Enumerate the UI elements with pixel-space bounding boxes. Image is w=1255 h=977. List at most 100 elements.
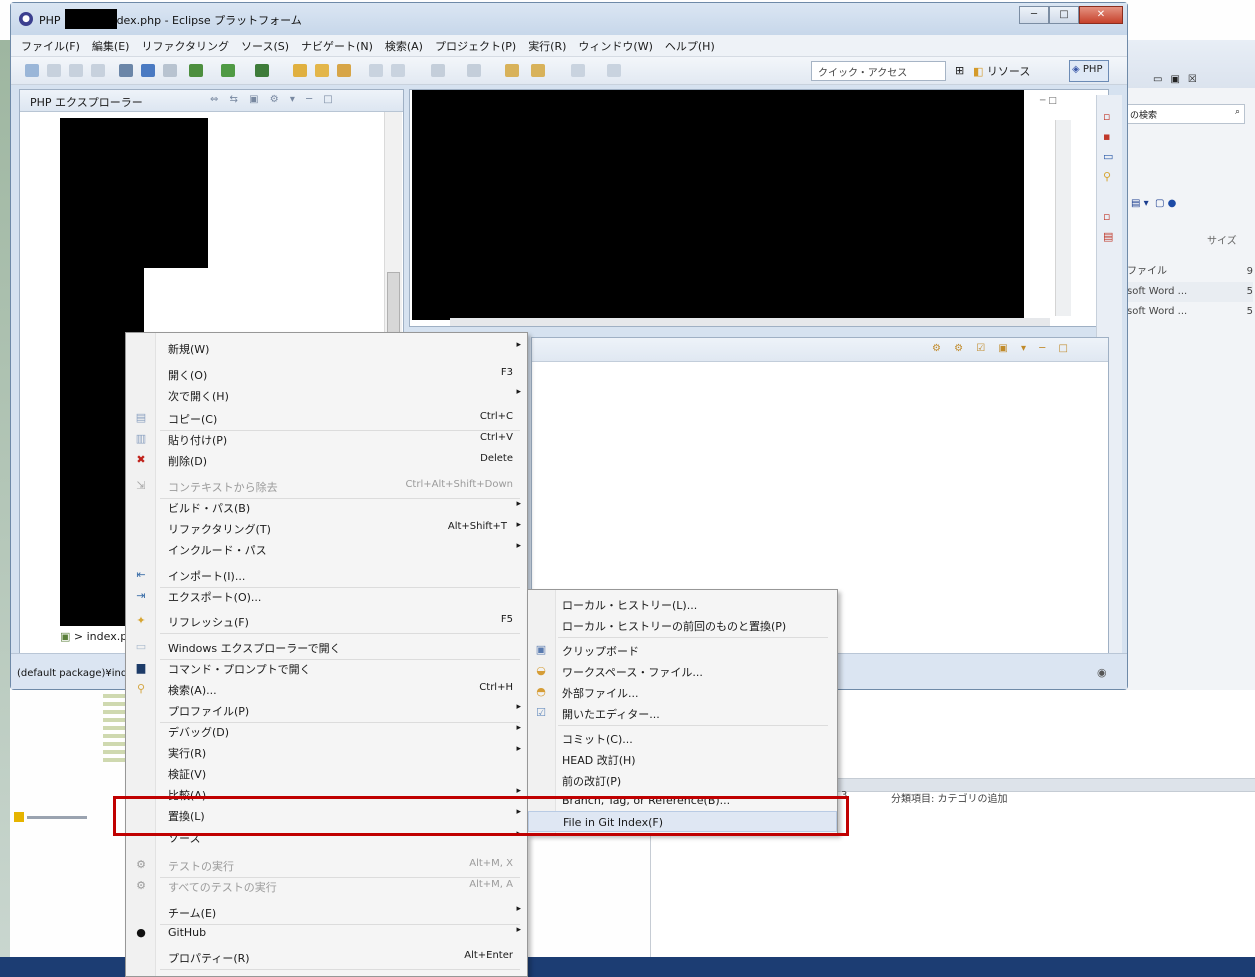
editor-view-controls[interactable]: ─ □ (1040, 96, 1057, 106)
menu-separator (558, 725, 828, 726)
menu-file[interactable]: ファイル(F) (21, 38, 80, 54)
context-menu-item[interactable]: ▆ コマンド・プロンプトで開く (126, 657, 527, 678)
quick-access-input[interactable]: クイック・アクセス (811, 61, 946, 81)
menu-edit[interactable]: 編集(E) (92, 38, 130, 54)
context-menu-item[interactable]: 次で開く(H) ▸ (126, 384, 527, 405)
editor-hscrollbar[interactable] (450, 318, 1050, 326)
bg-minimize-icon[interactable]: ▭ (1153, 74, 1162, 85)
menu-run[interactable]: 実行(R) (528, 38, 566, 54)
perspective-resource[interactable]: ◧ リソース (969, 61, 1034, 81)
submenu-item[interactable]: ▣ クリップボード (528, 639, 837, 660)
minimize-button[interactable]: ─ (1019, 6, 1049, 24)
next-annotation-icon[interactable] (467, 64, 481, 77)
tree-item-index[interactable]: ▣ > index.p (60, 630, 127, 643)
context-menu-item[interactable]: 新規(W) ▸ (126, 337, 527, 358)
bg-file-row[interactable]: soft Word ... 5 (1127, 282, 1253, 302)
submenu-item[interactable]: ◒ ワークスペース・ファイル... (528, 660, 837, 681)
context-menu-item[interactable]: ⚲ 検索(A)... Ctrl+H (126, 678, 527, 699)
context-menu-item[interactable]: ⇥ エクスポート(O)... (126, 585, 527, 606)
context-menu-item[interactable]: プロファイル(P) ▸ (126, 699, 527, 720)
context-menu-item[interactable]: インクルード・パス ▸ (126, 538, 527, 559)
run-icon[interactable] (189, 64, 203, 77)
editor-scrollbar[interactable] (1055, 120, 1071, 316)
open-perspective-icon[interactable]: ⊞ (955, 64, 964, 77)
context-menu-item[interactable]: ⇤ インポート(I)... (126, 564, 527, 585)
context-menu-item[interactable]: ▤ コピー(C) Ctrl+C (126, 407, 527, 428)
context-menu-item[interactable]: ✖ 削除(D) Delete (126, 449, 527, 470)
submenu-arrow-icon: ▸ (516, 723, 521, 733)
perspective-php[interactable]: ◈ PHP (1069, 60, 1109, 82)
open-type-icon[interactable] (293, 64, 307, 77)
context-menu-item[interactable]: ⚙ テストの実行 Alt+M, X (126, 854, 527, 875)
submenu-item[interactable]: コミット(C)... (528, 727, 837, 748)
toggle-icon[interactable] (369, 64, 383, 77)
menu-help[interactable]: ヘルプ(H) (665, 38, 715, 54)
new-icon[interactable] (25, 64, 39, 77)
submenu-item[interactable]: ☑ 開いたエディター... (528, 702, 837, 723)
context-menu-item[interactable]: ▭ Windows エクスプローラーで開く (126, 636, 527, 657)
coverage-icon[interactable] (255, 64, 269, 77)
menu-refactor[interactable]: リファクタリング (141, 38, 229, 54)
save-all-icon[interactable] (69, 64, 83, 77)
explorer-view-toolbar[interactable]: ⇔ ⇆ ▣ ⚙ ▾ ─ □ (210, 94, 337, 105)
context-menu-item[interactable]: 開く(O) F3 (126, 363, 527, 384)
lower-view-toolbar[interactable]: ⚙ ⚙ ☑ ▣ ▾ ─ □ (932, 343, 1073, 354)
search-icon: ⌕ (1234, 107, 1240, 117)
open-folder-icon[interactable] (315, 64, 329, 77)
run-dropdown-icon[interactable] (221, 64, 235, 77)
maximize-button[interactable]: □ (1049, 6, 1079, 24)
context-menu-item[interactable]: チーム(E) ▸ (126, 901, 527, 922)
trim-icons[interactable]: ▫ ▪ ▭ ⚲ ▫ ▤ (1103, 107, 1113, 247)
bg-file-row[interactable]: ファイル 9 (1127, 262, 1253, 282)
bg-file-row[interactable]: soft Word ... 5 (1127, 302, 1253, 322)
forward-icon[interactable] (531, 64, 545, 77)
menu-source[interactable]: ソース(S) (241, 38, 289, 54)
annotation-icon[interactable] (431, 64, 445, 77)
submenu-item[interactable]: ローカル・ヒストリーの前回のものと置換(P) (528, 614, 837, 635)
submenu-arrow-icon: ▸ (516, 744, 521, 754)
menu-window[interactable]: ウィンドウ(W) (578, 38, 652, 54)
explorer-tab[interactable]: PHP エクスプローラー ⇔ ⇆ ▣ ⚙ ▾ ─ □ (20, 90, 403, 112)
context-menu-item[interactable]: 実行(R) ▸ (126, 741, 527, 762)
context-menu-item[interactable]: 検証(V) (126, 762, 527, 783)
print-icon[interactable] (91, 64, 105, 77)
context-menu-item[interactable]: ⇲ コンテキストから除去 Ctrl+Alt+Shift+Down (126, 475, 527, 496)
context-menu-item-label: 検証(V) (168, 768, 207, 781)
context-menu-item[interactable]: リファクタリング(T) Alt+Shift+T ▸ (126, 517, 527, 538)
submenu-item[interactable]: ◓ 外部ファイル... (528, 681, 837, 702)
context-menu-item-label: インクルード・パス (168, 544, 267, 557)
menu-project[interactable]: プロジェクト(P) (435, 38, 516, 54)
misc-icon[interactable] (607, 64, 621, 77)
save-icon[interactable] (47, 64, 61, 77)
context-menu-item[interactable]: ▥ 貼り付け(P) Ctrl+V (126, 428, 527, 449)
toggle-2-icon[interactable] (391, 64, 405, 77)
titlebar[interactable]: ● PHP index.php - Eclipse プラットフォーム ─ □ ✕ (11, 3, 1127, 35)
context-menu-item[interactable]: ビルド・パス(B) ▸ (126, 496, 527, 517)
lower-view-tab[interactable]: ⚙ ⚙ ☑ ▣ ▾ ─ □ (532, 338, 1108, 362)
status-indicator-icon[interactable]: ◉ (1097, 666, 1107, 679)
bg-close-icon[interactable]: ☒ (1188, 74, 1197, 85)
test-icon: ⚙ (136, 879, 146, 892)
submenu-item[interactable]: HEAD 改訂(H) (528, 748, 837, 769)
submenu-item[interactable]: ローカル・ヒストリー(L)... (528, 593, 837, 614)
context-menu-item[interactable]: ⚙ すべてのテストの実行 Alt+M, A (126, 875, 527, 896)
bg-window-controls[interactable]: ▭ ▣ ☒ (1153, 74, 1197, 85)
context-menu-item[interactable]: プロパティー(R) Alt+Enter (126, 946, 527, 967)
submenu-item-label: ローカル・ヒストリーの前回のものと置換(P) (562, 620, 787, 633)
editor-area[interactable]: ─ □ (409, 89, 1109, 327)
submenu-item[interactable]: 前の改訂(P) (528, 769, 837, 790)
context-menu-item[interactable]: デバッグ(D) ▸ (126, 720, 527, 741)
bg-maximize-icon[interactable]: ▣ (1170, 74, 1179, 85)
context-menu-item[interactable]: ● GitHub ▸ (126, 922, 527, 943)
run-config-icon[interactable] (141, 64, 155, 77)
menu-search[interactable]: 検索(A) (385, 38, 423, 54)
external-tools-icon[interactable] (163, 64, 177, 77)
search-tool-icon[interactable] (337, 64, 351, 77)
bg-search-input[interactable]: の検索 ⌕ (1127, 104, 1245, 124)
pin-icon[interactable] (571, 64, 585, 77)
back-icon[interactable] (505, 64, 519, 77)
debug-icon[interactable] (119, 64, 133, 77)
menu-navigate[interactable]: ナビゲート(N) (301, 38, 373, 54)
context-menu-item[interactable]: ✦ リフレッシュ(F) F5 (126, 610, 527, 631)
close-button[interactable]: ✕ (1079, 6, 1123, 24)
